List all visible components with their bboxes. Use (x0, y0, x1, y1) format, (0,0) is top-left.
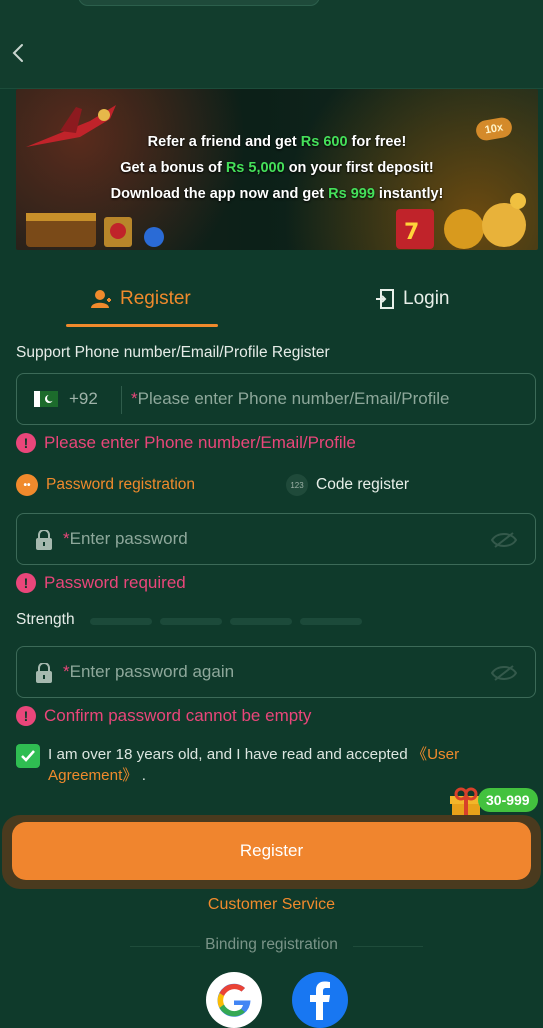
phone-input-placeholder[interactable]: *Please enter Phone number/Email/Profile (131, 389, 449, 409)
lock-icon (36, 663, 52, 683)
customer-service-link[interactable]: Customer Service (0, 896, 543, 914)
agreement-row: I am over 18 years old, and I have read … (16, 744, 526, 786)
lock-icon (36, 530, 52, 550)
svg-text:7: 7 (404, 220, 419, 245)
eye-off-icon[interactable] (491, 531, 517, 549)
agreement-text: I am over 18 years old, and I have read … (48, 746, 460, 784)
promo-banner[interactable]: 10x Refer a friend and get Rs 600 for fr… (16, 89, 538, 250)
google-icon (217, 983, 251, 1017)
strength-bar (300, 618, 362, 625)
tab-login-label: Login (403, 288, 450, 309)
back-icon[interactable] (4, 38, 32, 68)
password-field[interactable]: *Enter password (16, 513, 536, 565)
strength-bar (160, 618, 222, 625)
treasure-chest-icon (26, 213, 164, 247)
confirm-password-field[interactable]: *Enter password again (16, 646, 536, 698)
binding-registration-label: Binding registration (205, 936, 338, 953)
password-dots-icon: •• (16, 474, 38, 496)
banner-line-1: Refer a friend and get Rs 600 for free! (147, 134, 407, 150)
strength-meter (90, 618, 362, 625)
code-icon: 123 (286, 474, 308, 496)
login-door-icon (376, 289, 394, 309)
code-register-option[interactable]: 123 Code register (286, 474, 409, 496)
checkmark-icon (21, 750, 35, 762)
top-bar (0, 0, 543, 89)
field-divider (121, 386, 122, 414)
password-registration-option[interactable]: •• Password registration (16, 474, 195, 496)
slot-machine-icon: 7 (396, 193, 526, 249)
top-pill (78, 0, 320, 6)
strength-label: Strength (16, 611, 75, 628)
agree-checkbox[interactable] (16, 744, 40, 768)
facebook-icon (310, 981, 330, 1020)
pakistan-flag-icon (34, 391, 58, 407)
google-login-button[interactable] (206, 972, 262, 1028)
phone-error: ! Please enter Phone number/Email/Profil… (16, 433, 356, 453)
facebook-login-button[interactable] (292, 972, 348, 1028)
bonus-badge-label: 30-999 (478, 788, 538, 812)
tab-register-label: Register (120, 288, 191, 309)
password-error: ! Password required (16, 573, 186, 593)
auth-tabs: Register Login (0, 270, 543, 330)
register-button[interactable]: Register (12, 822, 531, 880)
binding-registration: Binding registration (0, 936, 543, 956)
strength-bar (90, 618, 152, 625)
strength-bar (230, 618, 292, 625)
error-icon: ! (16, 573, 36, 593)
register-type-label: Support Phone number/Email/Profile Regis… (16, 344, 330, 361)
error-icon: ! (16, 433, 36, 453)
phone-field[interactable]: +92 *Please enter Phone number/Email/Pro… (16, 373, 536, 425)
eye-off-icon[interactable] (491, 664, 517, 682)
tab-login[interactable]: Login (375, 284, 450, 314)
country-code[interactable]: +92 (69, 389, 98, 409)
tab-active-indicator (66, 324, 218, 327)
password-input-placeholder[interactable]: *Enter password (63, 529, 188, 549)
banner-line-2: Get a bonus of Rs 5,000 on your first de… (120, 160, 434, 176)
tab-register[interactable]: Register (90, 284, 191, 314)
register-user-icon (91, 290, 111, 308)
error-icon: ! (16, 706, 36, 726)
confirm-password-placeholder[interactable]: *Enter password again (63, 662, 234, 682)
confirm-password-error: ! Confirm password cannot be empty (16, 706, 311, 726)
